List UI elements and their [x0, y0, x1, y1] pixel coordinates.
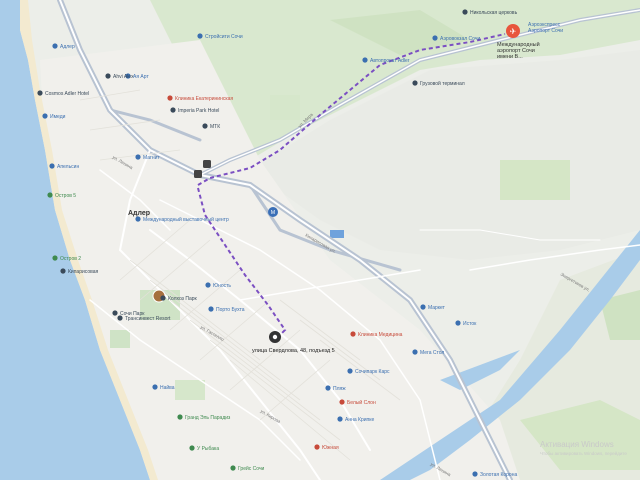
poi-label[interactable]: Сочипарк Карс — [355, 369, 390, 375]
poi-marker[interactable] — [362, 57, 368, 63]
green-area — [500, 160, 570, 200]
poi-label[interactable]: Грейс Сочи — [238, 465, 265, 472]
district-label: Адлер — [128, 210, 150, 217]
poi-label[interactable]: Порто Бухта — [216, 307, 245, 313]
poi-marker[interactable] — [170, 107, 176, 113]
poi-marker[interactable] — [314, 444, 320, 450]
poi-marker[interactable] — [432, 35, 438, 41]
route-destination-label[interactable]: Международный — [497, 41, 540, 48]
route-origin-label[interactable]: улица Свердлова, 48, подъезд 5 — [252, 348, 335, 354]
poi-label[interactable]: Мега Стол — [420, 350, 444, 356]
poi-marker[interactable] — [135, 216, 141, 222]
poi-marker[interactable] — [60, 268, 66, 274]
svg-text:M: M — [271, 210, 275, 216]
poi-marker[interactable] — [230, 465, 236, 471]
poi-marker[interactable] — [455, 320, 461, 326]
poi-label[interactable]: Белый Слон — [347, 399, 376, 406]
poi-label[interactable]: Ая Арт — [133, 74, 149, 80]
pond — [330, 230, 344, 238]
poi-label[interactable]: Трансинвест Resort — [125, 316, 171, 322]
poi-label[interactable]: Автопрокат Adler — [370, 58, 410, 64]
poi-marker[interactable] — [412, 349, 418, 355]
transit-badge[interactable]: M — [268, 207, 278, 217]
poi-label[interactable]: Исток — [463, 321, 477, 327]
poi-marker[interactable] — [167, 95, 173, 101]
poi-label[interactable]: Маркет — [428, 305, 446, 311]
poi-marker[interactable] — [105, 73, 111, 79]
poi-marker[interactable] — [160, 295, 166, 301]
poi-label[interactable]: Никольская церковь — [470, 10, 518, 16]
poi-label[interactable]: Cosmos Adler Hotel — [45, 91, 89, 97]
poi-label[interactable]: Грузовой терминал — [420, 80, 465, 87]
poi-label[interactable]: Южная — [322, 445, 339, 451]
poi-marker[interactable] — [42, 113, 48, 119]
map-canvas[interactable]: ✈ M Аэровокзал Сочи Грузовой терминал Нико… — [0, 0, 640, 480]
poi-label[interactable]: Международный выставочный центр — [143, 216, 229, 223]
poi-label[interactable]: Анна Крипке — [345, 417, 374, 423]
windows-watermark-title: Активация Windows — [540, 440, 614, 449]
poi-label[interactable]: Imperia Park Hotel — [178, 108, 219, 114]
poi-label[interactable]: Остров 5 — [55, 193, 76, 199]
poi-label[interactable]: Пляж — [333, 386, 346, 392]
poi-marker[interactable] — [462, 9, 468, 15]
poi-marker[interactable] — [177, 414, 183, 420]
svg-text:✈: ✈ — [510, 27, 517, 36]
poi-label[interactable]: Золотая Корона — [480, 472, 517, 478]
poi-label[interactable]: Имеди — [50, 114, 66, 120]
poi-label[interactable]: Стройсити Сочи — [205, 33, 243, 40]
park — [175, 380, 205, 400]
poi-label[interactable]: Апельсин — [57, 164, 79, 170]
poi-marker[interactable] — [208, 306, 214, 312]
poi-marker[interactable] — [49, 163, 55, 169]
poi-marker[interactable] — [202, 123, 208, 129]
poi-marker[interactable] — [189, 445, 195, 451]
poi-marker[interactable] — [412, 80, 418, 86]
poi-label[interactable]: Ahvi Alex — [113, 74, 134, 80]
airport-marker[interactable]: ✈ — [506, 24, 520, 38]
poi-label[interactable]: Клиника Медицина — [358, 332, 403, 338]
poi-marker[interactable] — [37, 90, 43, 96]
poi-label[interactable]: Колхоз Парк — [168, 296, 198, 302]
poi-label[interactable]: Адлер — [60, 44, 75, 50]
poi-marker[interactable] — [52, 43, 58, 49]
poi-marker[interactable] — [472, 471, 478, 477]
poi-marker[interactable] — [339, 399, 345, 405]
poi-label[interactable]: Найва — [160, 384, 175, 391]
poi-marker[interactable] — [47, 192, 53, 198]
poi-marker[interactable] — [347, 368, 353, 374]
park — [110, 330, 130, 348]
terminal-label[interactable]: Аэропорт Сочи — [528, 28, 563, 34]
poi-label[interactable]: Гранд Эль Парадиз — [185, 415, 231, 421]
origin-marker[interactable] — [269, 331, 281, 343]
route-destination-label[interactable]: имени В... — [497, 54, 523, 60]
poi-marker[interactable] — [112, 310, 118, 316]
poi-label[interactable]: Аэровокзал Сочи — [440, 36, 480, 42]
poi-marker[interactable] — [197, 33, 203, 39]
poi-marker[interactable] — [135, 154, 141, 160]
poi-label[interactable]: Клиника Екатерининская — [175, 96, 233, 102]
poi-marker[interactable] — [325, 385, 331, 391]
poi-label[interactable]: Юность — [213, 283, 231, 289]
park — [270, 95, 300, 120]
poi-marker[interactable] — [337, 416, 343, 422]
windows-watermark-subtitle: Чтобы активировать Windows, перейдите — [540, 450, 627, 456]
poi-marker[interactable] — [152, 384, 158, 390]
poi-label[interactable]: МТК — [210, 124, 220, 130]
poi-label[interactable]: Остров 2 — [60, 256, 81, 262]
poi-label[interactable]: Магнит — [143, 155, 160, 161]
poi-label[interactable]: У Рыбака — [197, 446, 219, 452]
poi-marker[interactable] — [52, 255, 58, 261]
poi-marker[interactable] — [205, 282, 211, 288]
poi-label[interactable]: Кипарисовая — [68, 269, 98, 275]
poi-marker[interactable] — [420, 304, 426, 310]
poi-marker[interactable] — [350, 331, 356, 337]
